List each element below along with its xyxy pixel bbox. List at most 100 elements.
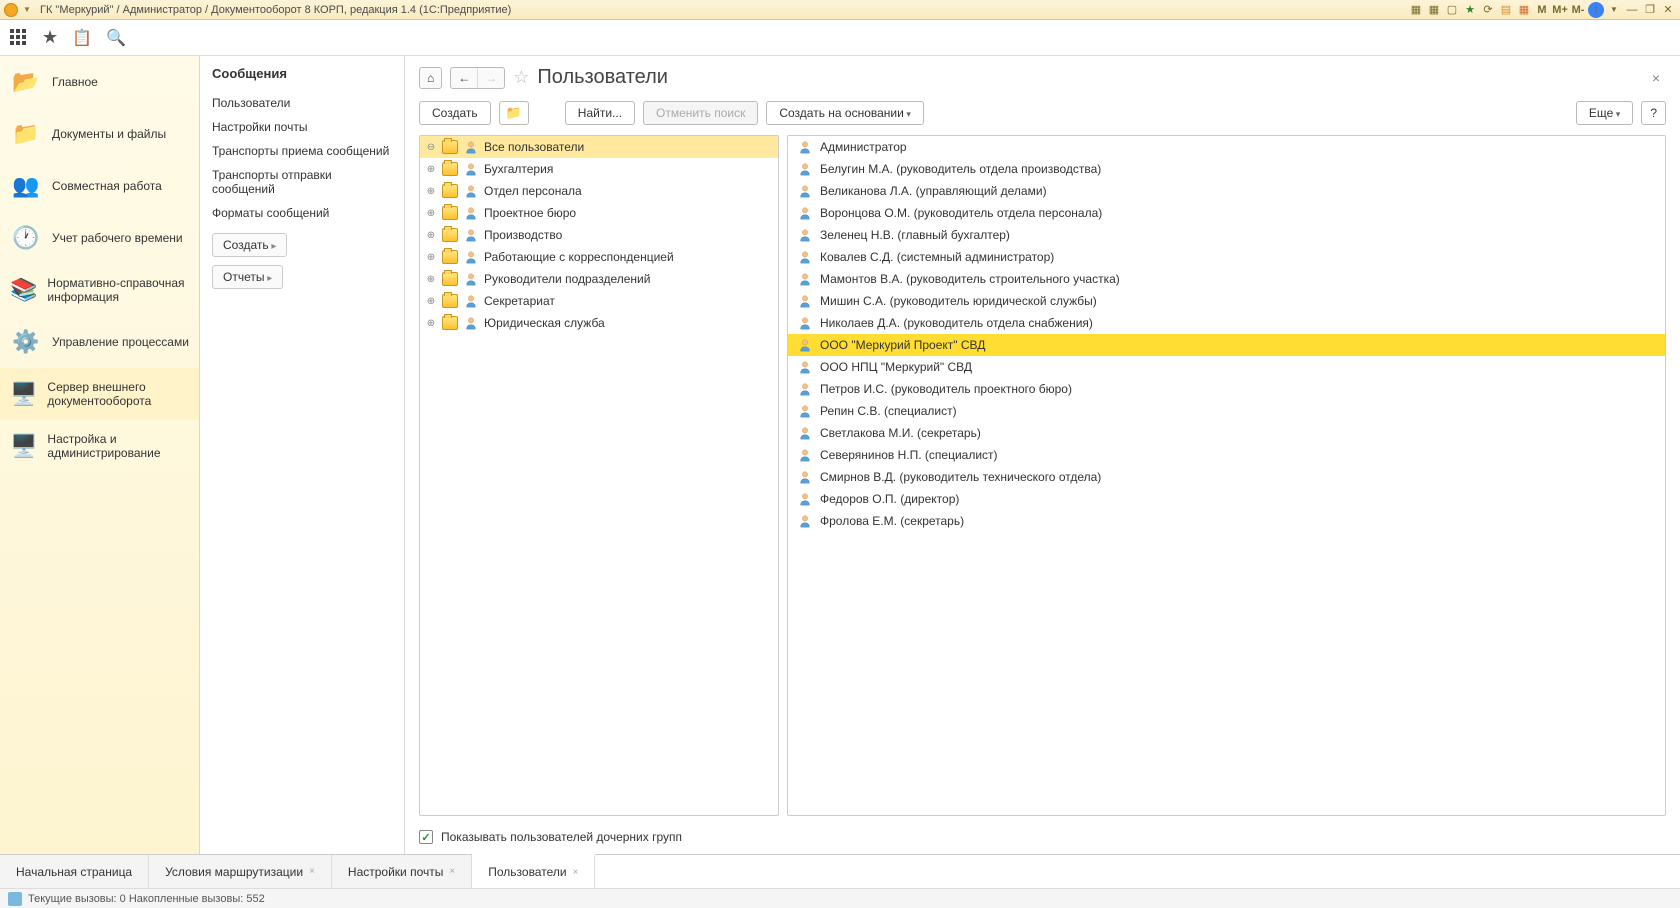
favorites-icon[interactable]: ★: [42, 27, 58, 48]
group-row[interactable]: ⊖Все пользователи: [420, 136, 778, 158]
apps-grid-icon[interactable]: [10, 29, 28, 47]
close-icon[interactable]: ✕: [1660, 2, 1676, 18]
sidebar-item-7[interactable]: 🖥️Настройка и администрирование: [0, 420, 199, 472]
user-row[interactable]: Администратор: [788, 136, 1665, 158]
maximize-icon[interactable]: ❐: [1642, 2, 1658, 18]
user-row[interactable]: Петров И.С. (руководитель проектного бюр…: [788, 378, 1665, 400]
subnav-link-0[interactable]: Пользователи: [212, 91, 392, 115]
user-row[interactable]: Воронцова О.М. (руководитель отдела перс…: [788, 202, 1665, 224]
user-row[interactable]: Северянинов Н.П. (специалист): [788, 444, 1665, 466]
more-button[interactable]: Еще: [1576, 101, 1633, 125]
subnav-link-3[interactable]: Транспорты отправки сообщений: [212, 163, 392, 201]
subnav-reports-button[interactable]: Отчеты: [212, 265, 283, 289]
sidebar-item-5[interactable]: ⚙️Управление процессами: [0, 316, 199, 368]
sidebar-item-4[interactable]: 📚Нормативно-справочная информация: [0, 264, 199, 316]
memory-mplus[interactable]: M+: [1552, 2, 1568, 18]
subnav-link-2[interactable]: Транспорты приема сообщений: [212, 139, 392, 163]
show-children-label: Показывать пользователей дочерних групп: [441, 830, 682, 844]
tab-2[interactable]: Настройки почты×: [332, 855, 472, 888]
create-button[interactable]: Создать: [419, 101, 491, 125]
group-row[interactable]: ⊕Бухгалтерия: [420, 158, 778, 180]
tab-0[interactable]: Начальная страница: [0, 855, 149, 888]
group-row[interactable]: ⊕Руководители подразделений: [420, 268, 778, 290]
titlebar-icon-3[interactable]: ▢: [1444, 2, 1460, 18]
group-row[interactable]: ⊕Юридическая служба: [420, 312, 778, 334]
titlebar-calc-icon[interactable]: ▤: [1498, 2, 1514, 18]
titlebar-cal-icon[interactable]: ▦: [1516, 2, 1532, 18]
window-controls: ▦ ▦ ▢ ★ ⟳ ▤ ▦ M M+ M- i ▼ — ❐ ✕: [1408, 2, 1676, 18]
user-row[interactable]: Мишин С.А. (руководитель юридической слу…: [788, 290, 1665, 312]
sidebar-item-0[interactable]: 📂Главное: [0, 56, 199, 108]
expand-icon[interactable]: ⊕: [426, 296, 436, 307]
titlebar-icon-1[interactable]: ▦: [1408, 2, 1424, 18]
user-row[interactable]: Мамонтов В.А. (руководитель строительног…: [788, 268, 1665, 290]
titlebar-star-icon[interactable]: ★: [1462, 2, 1478, 18]
memory-m[interactable]: M: [1534, 2, 1550, 18]
subnav-link-4[interactable]: Форматы сообщений: [212, 201, 392, 225]
sidebar-item-6[interactable]: 🖥️Сервер внешнего документооборота: [0, 368, 199, 420]
memory-mminus[interactable]: M-: [1570, 2, 1586, 18]
clipboard-icon[interactable]: 📋: [72, 28, 92, 48]
expand-icon[interactable]: ⊕: [426, 318, 436, 329]
create-based-button[interactable]: Создать на основании: [766, 101, 924, 125]
user-icon: [798, 338, 812, 352]
group-row[interactable]: ⊕Проектное бюро: [420, 202, 778, 224]
back-button[interactable]: ←: [451, 68, 478, 88]
action-bar: Создать 📁 Найти... Отменить поиск Создат…: [405, 95, 1680, 135]
tab-close-icon[interactable]: ×: [573, 867, 579, 878]
info-icon[interactable]: i: [1588, 2, 1604, 18]
titlebar-icon-2[interactable]: ▦: [1426, 2, 1442, 18]
sidebar-item-3[interactable]: 🕐Учет рабочего времени: [0, 212, 199, 264]
favorite-page-icon[interactable]: ☆: [513, 67, 529, 88]
statusbar: Текущие вызовы: 0 Накопленные вызовы: 55…: [0, 888, 1680, 908]
tab-3[interactable]: Пользователи×: [472, 854, 595, 888]
expand-icon[interactable]: ⊕: [426, 164, 436, 175]
home-button[interactable]: ⌂: [419, 67, 442, 89]
minimize-icon[interactable]: —: [1624, 2, 1640, 18]
search-icon[interactable]: 🔍: [106, 28, 126, 48]
group-row[interactable]: ⊕Работающие с корреспонденцией: [420, 246, 778, 268]
expand-icon[interactable]: ⊕: [426, 230, 436, 241]
expand-icon[interactable]: ⊕: [426, 186, 436, 197]
sidebar-item-1[interactable]: 📁Документы и файлы: [0, 108, 199, 160]
user-row[interactable]: Смирнов В.Д. (руководитель технического …: [788, 466, 1665, 488]
expand-icon[interactable]: ⊕: [426, 208, 436, 219]
group-row[interactable]: ⊕Производство: [420, 224, 778, 246]
sidebar-item-2[interactable]: 👥Совместная работа: [0, 160, 199, 212]
close-page-icon[interactable]: ×: [1646, 70, 1666, 86]
subnav-create-button[interactable]: Создать: [212, 233, 287, 257]
user-row[interactable]: Репин С.В. (специалист): [788, 400, 1665, 422]
user-row[interactable]: Ковалев С.Д. (системный администратор): [788, 246, 1665, 268]
group-row[interactable]: ⊕Секретариат: [420, 290, 778, 312]
user-row[interactable]: Великанова Л.А. (управляющий делами): [788, 180, 1665, 202]
user-icon: [464, 272, 478, 286]
subnav-link-1[interactable]: Настройки почты: [212, 115, 392, 139]
tab-1[interactable]: Условия маршрутизации×: [149, 855, 332, 888]
titlebar-dropdown-icon[interactable]: ▼: [20, 3, 34, 17]
subnav-heading: Сообщения: [212, 66, 392, 81]
show-children-checkbox[interactable]: ✓: [419, 830, 433, 844]
user-row[interactable]: Николаев Д.А. (руководитель отдела снабж…: [788, 312, 1665, 334]
expand-icon[interactable]: ⊖: [426, 142, 436, 153]
tab-close-icon[interactable]: ×: [449, 866, 455, 877]
create-folder-button[interactable]: 📁: [499, 101, 529, 125]
window-title: ГК "Меркурий" / Администратор / Документ…: [40, 4, 1408, 16]
user-row[interactable]: Зеленец Н.В. (главный бухгалтер): [788, 224, 1665, 246]
user-row[interactable]: ООО "Меркурий Проект" СВД: [788, 334, 1665, 356]
user-row[interactable]: ООО НПЦ "Меркурий" СВД: [788, 356, 1665, 378]
help-button[interactable]: ?: [1641, 101, 1666, 125]
expand-icon[interactable]: ⊕: [426, 252, 436, 263]
user-row[interactable]: Фролова Е.М. (секретарь): [788, 510, 1665, 532]
find-button[interactable]: Найти...: [565, 101, 635, 125]
user-row[interactable]: Светлакова М.И. (секретарь): [788, 422, 1665, 444]
users-panel[interactable]: АдминистраторБелугин М.А. (руководитель …: [787, 135, 1666, 816]
tab-close-icon[interactable]: ×: [309, 866, 315, 877]
groups-panel[interactable]: ⊖Все пользователи⊕Бухгалтерия⊕Отдел перс…: [419, 135, 779, 816]
titlebar-dd2[interactable]: ▼: [1606, 2, 1622, 18]
user-row[interactable]: Федоров О.П. (директор): [788, 488, 1665, 510]
user-row[interactable]: Белугин М.А. (руководитель отдела произв…: [788, 158, 1665, 180]
expand-icon[interactable]: ⊕: [426, 274, 436, 285]
forward-button[interactable]: →: [478, 68, 504, 88]
titlebar-icon-5[interactable]: ⟳: [1480, 2, 1496, 18]
group-row[interactable]: ⊕Отдел персонала: [420, 180, 778, 202]
